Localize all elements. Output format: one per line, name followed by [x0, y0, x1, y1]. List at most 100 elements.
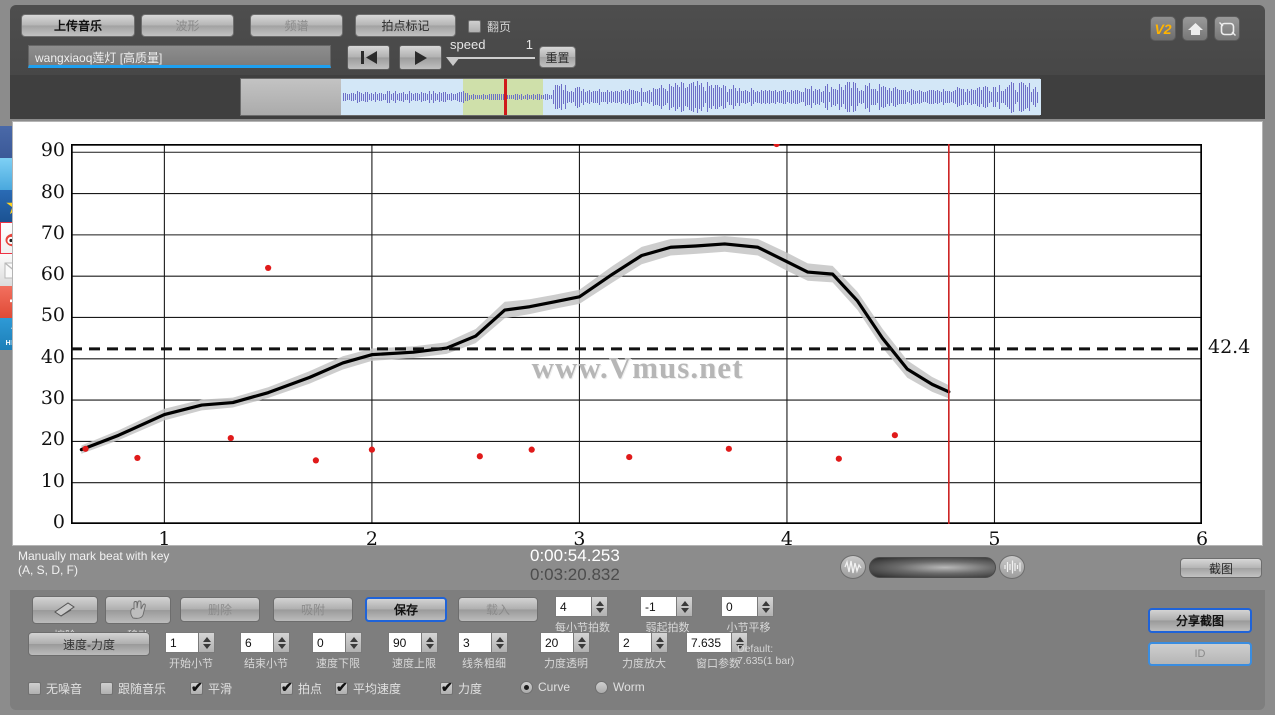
- flip-page-checkbox[interactable]: [468, 20, 481, 33]
- waveform-button[interactable]: 波形: [141, 14, 234, 37]
- save-button[interactable]: 保存: [365, 597, 447, 622]
- speed-slider[interactable]: speed 1: [446, 37, 535, 71]
- chevron-up-icon[interactable]: [349, 636, 358, 642]
- checkbox-follow-music[interactable]: 跟随音乐: [100, 680, 166, 697]
- screenshot-button[interactable]: 截图: [1180, 558, 1262, 578]
- chevron-up-icon[interactable]: [655, 636, 664, 642]
- beats-per-bar-spinner[interactable]: 4: [555, 596, 608, 617]
- dynamics-zoom-value[interactable]: 2: [618, 632, 651, 653]
- start-bar-spinner[interactable]: 1: [165, 632, 215, 653]
- snap-button[interactable]: 吸附: [273, 597, 353, 622]
- checkbox-dynamics[interactable]: 力度: [440, 679, 482, 697]
- dynamics-zoom-stepper[interactable]: [651, 632, 668, 653]
- no-noise-checkbox[interactable]: [28, 682, 41, 695]
- window-param-value[interactable]: 7.635: [686, 632, 731, 653]
- tempo-max-stepper[interactable]: [421, 632, 438, 653]
- pickup-beats-spinner[interactable]: -1: [640, 596, 693, 617]
- dynamics-opacity-stepper[interactable]: [573, 632, 590, 653]
- end-bar-stepper[interactable]: [273, 632, 290, 653]
- radio-worm[interactable]: Worm: [595, 680, 645, 694]
- start-bar-value[interactable]: 1: [165, 632, 198, 653]
- checkbox-beats[interactable]: 拍点: [280, 679, 322, 697]
- track-name-field[interactable]: wangxiaoq莲灯 [高质量]: [28, 45, 331, 68]
- spectrum-button[interactable]: 频谱: [250, 14, 343, 37]
- home-button[interactable]: [1182, 16, 1208, 41]
- line-thickness-value[interactable]: 3: [458, 632, 491, 653]
- smooth-checkbox[interactable]: [190, 679, 203, 695]
- reset-button[interactable]: 重置: [539, 46, 576, 68]
- tempo-min-spinner[interactable]: 0: [312, 632, 362, 653]
- checkbox-average-tempo[interactable]: 平均速度: [335, 679, 401, 697]
- tempo-dynamics-button[interactable]: 速度-力度: [28, 632, 150, 656]
- chevron-down-icon[interactable]: [577, 643, 586, 649]
- chevron-up-icon[interactable]: [277, 636, 286, 642]
- checkbox-no-noise[interactable]: 无噪音: [28, 680, 82, 697]
- chart-plot-area[interactable]: [71, 144, 1202, 524]
- play-button[interactable]: [399, 45, 442, 70]
- dynamics-checkbox[interactable]: [440, 679, 453, 695]
- chevron-up-icon[interactable]: [577, 636, 586, 642]
- chevron-up-icon[interactable]: [595, 600, 604, 606]
- chevron-down-icon[interactable]: [680, 607, 689, 613]
- chevron-down-icon[interactable]: [202, 643, 211, 649]
- beats-per-bar-value[interactable]: 4: [555, 596, 591, 617]
- line-thickness-spinner[interactable]: 3: [458, 632, 508, 653]
- tempo-min-stepper[interactable]: [345, 632, 362, 653]
- pickup-beats-value[interactable]: -1: [640, 596, 676, 617]
- audio-level-icon[interactable]: [999, 555, 1025, 579]
- erase-tool-button[interactable]: [32, 596, 98, 624]
- waveform-bar: [387, 91, 388, 103]
- delete-button[interactable]: 删除: [180, 597, 260, 622]
- pickup-beats-stepper[interactable]: [676, 596, 693, 617]
- beats-per-bar-stepper[interactable]: [591, 596, 608, 617]
- chevron-up-icon[interactable]: [761, 600, 770, 606]
- dynamics-opacity-value[interactable]: 20: [540, 632, 573, 653]
- rewind-button[interactable]: [347, 45, 390, 70]
- line-thickness-stepper[interactable]: [491, 632, 508, 653]
- chevron-up-icon[interactable]: [495, 636, 504, 642]
- chevron-up-icon[interactable]: [735, 636, 744, 642]
- checkbox-smooth[interactable]: 平滑: [190, 679, 232, 697]
- share-screenshot-button[interactable]: 分享截图: [1148, 608, 1252, 633]
- load-button[interactable]: 载入: [458, 597, 538, 622]
- move-tool-button[interactable]: [105, 596, 171, 624]
- chevron-up-icon[interactable]: [680, 600, 689, 606]
- chevron-down-icon[interactable]: [425, 643, 434, 649]
- speed-track[interactable]: [450, 57, 535, 59]
- chevron-down-icon[interactable]: [595, 607, 604, 613]
- chevron-down-icon[interactable]: [655, 643, 664, 649]
- tempo-max-value[interactable]: 90: [388, 632, 421, 653]
- chevron-up-icon[interactable]: [202, 636, 211, 642]
- waveform-playhead[interactable]: [504, 79, 507, 115]
- beats-checkbox[interactable]: [280, 679, 293, 695]
- end-bar-value[interactable]: 6: [240, 632, 273, 653]
- dynamics-zoom-spinner[interactable]: 2: [618, 632, 668, 653]
- id-button[interactable]: ID: [1148, 642, 1252, 666]
- worm-radio[interactable]: [595, 680, 608, 694]
- start-bar-stepper[interactable]: [198, 632, 215, 653]
- chevron-up-icon[interactable]: [425, 636, 434, 642]
- follow-music-checkbox[interactable]: [100, 682, 113, 695]
- radio-curve[interactable]: Curve: [520, 680, 570, 694]
- upload-music-button[interactable]: 上传音乐: [21, 14, 135, 37]
- average-tempo-checkbox[interactable]: [335, 679, 348, 695]
- beat-mark-button[interactable]: 拍点标记: [355, 14, 456, 37]
- bar-shift-stepper[interactable]: [757, 596, 774, 617]
- bar-shift-spinner[interactable]: 0: [721, 596, 774, 617]
- fullscreen-button[interactable]: [1214, 16, 1240, 41]
- dynamics-opacity-spinner[interactable]: 20: [540, 632, 590, 653]
- tempo-max-spinner[interactable]: 90: [388, 632, 438, 653]
- chevron-down-icon[interactable]: [277, 643, 286, 649]
- bar-shift-value[interactable]: 0: [721, 596, 757, 617]
- chevron-down-icon[interactable]: [761, 607, 770, 613]
- curve-radio[interactable]: [520, 680, 533, 694]
- waveform-canvas[interactable]: [240, 78, 1041, 116]
- chevron-down-icon[interactable]: [349, 643, 358, 649]
- version-badge[interactable]: V2: [1150, 16, 1176, 41]
- speed-knob[interactable]: [446, 57, 460, 66]
- volume-slider[interactable]: [869, 556, 996, 578]
- chevron-down-icon[interactable]: [495, 643, 504, 649]
- waveform-icon[interactable]: [840, 555, 866, 579]
- tempo-min-value[interactable]: 0: [312, 632, 345, 653]
- end-bar-spinner[interactable]: 6: [240, 632, 290, 653]
